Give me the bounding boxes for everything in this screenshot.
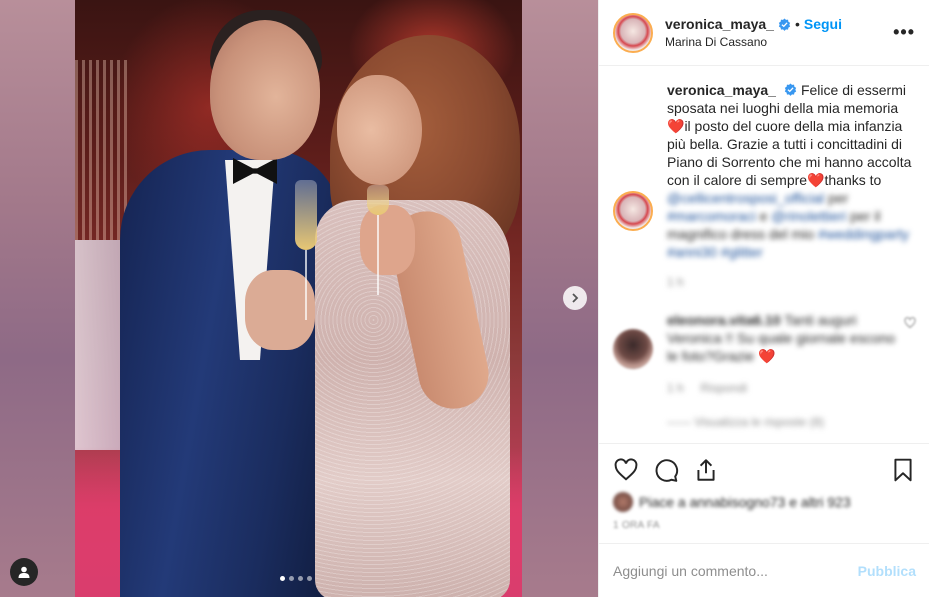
chevron-right-icon [572, 293, 579, 303]
verified-badge-icon [778, 17, 791, 31]
comment-meta: 1 h Rispondi [667, 379, 897, 397]
comment-body: eleonora.vita6.10 Tanti auguri Veronica … [667, 311, 897, 397]
carousel-indicators [280, 576, 312, 581]
caption-username[interactable]: veronica_maya_ [667, 82, 776, 98]
groom-head [210, 20, 320, 160]
champagne-glass [367, 185, 389, 305]
heart-icon[interactable] [613, 457, 639, 483]
commenter-avatar[interactable] [613, 329, 653, 369]
likes-text[interactable]: Piace a annabisogno73 e altri 923 [639, 494, 851, 510]
header-text: veronica_maya_ • Segui Marina Di Cassano [665, 16, 893, 49]
caption-timestamp: 1 h [667, 275, 684, 289]
carousel-dot [298, 576, 303, 581]
publish-button[interactable]: Pubblica [858, 563, 916, 579]
caption-text: thanks to [824, 172, 882, 188]
tagged-users-button[interactable] [10, 558, 38, 586]
separator-dot: • [794, 16, 800, 32]
author-username[interactable]: veronica_maya_ [665, 16, 774, 32]
caption-mention[interactable]: @cellicentrosposi_official [667, 190, 824, 206]
comment-like-icon[interactable] [904, 317, 916, 329]
comment-item: eleonora.vita6.10 Tanti auguri Veronica … [613, 311, 916, 397]
caption-text: per [828, 190, 849, 206]
caption-hashtag[interactable]: #marcomoraci [667, 208, 756, 224]
champagne-glass [295, 180, 317, 320]
chandelier [75, 60, 130, 240]
liker-avatar [613, 492, 633, 512]
heart-emoji: ❤️ [667, 118, 685, 134]
carousel-dot [289, 576, 294, 581]
post-location[interactable]: Marina Di Cassano [665, 35, 893, 49]
carousel-dot [280, 576, 285, 581]
post-timestamp: 1 ORA FA [613, 520, 660, 531]
post-header: veronica_maya_ • Segui Marina Di Cassano… [599, 0, 929, 66]
commenter-username[interactable]: eleonora.vita6.10 [667, 312, 781, 328]
comment-icon[interactable] [653, 457, 679, 483]
bookmark-icon[interactable] [890, 457, 916, 483]
caption-body: veronica_maya_ Felice di essermi sposata… [667, 81, 916, 291]
post-media [0, 0, 598, 597]
follow-button[interactable]: Segui [804, 16, 842, 32]
verified-badge-icon [784, 83, 797, 96]
heart-emoji: ❤️ [807, 172, 825, 188]
likes-summary[interactable]: Piace a annabisogno73 e altri 923 [613, 492, 916, 512]
user-icon [18, 566, 30, 578]
caption-avatar[interactable] [613, 191, 653, 231]
carousel-next-button[interactable] [563, 286, 587, 310]
comments-section[interactable]: veronica_maya_ Felice di essermi sposata… [599, 67, 929, 442]
author-avatar[interactable] [613, 12, 653, 53]
comment-input[interactable] [613, 562, 858, 579]
more-options-button[interactable]: ••• [893, 22, 915, 43]
view-replies-button[interactable]: —— Visualizza le risposte (8) [667, 415, 916, 429]
post-actions: Piace a annabisogno73 e altri 923 1 ORA … [599, 443, 929, 531]
bride-face [337, 75, 422, 185]
caption-mention[interactable]: @rinolettieri [771, 208, 846, 224]
action-icons [613, 452, 916, 488]
carousel-dot [307, 576, 312, 581]
post-caption: veronica_maya_ Felice di essermi sposata… [613, 81, 916, 291]
caption-text: e [759, 208, 768, 224]
add-comment-bar: Pubblica [599, 543, 929, 597]
post-photo[interactable] [75, 0, 522, 597]
heart-emoji: ❤️ [758, 348, 776, 364]
share-icon[interactable] [693, 457, 719, 483]
comment-timestamp: 1 h [667, 381, 684, 395]
reply-button[interactable]: Rispondi [700, 381, 747, 395]
post-side-panel: veronica_maya_ • Segui Marina Di Cassano… [598, 0, 929, 597]
